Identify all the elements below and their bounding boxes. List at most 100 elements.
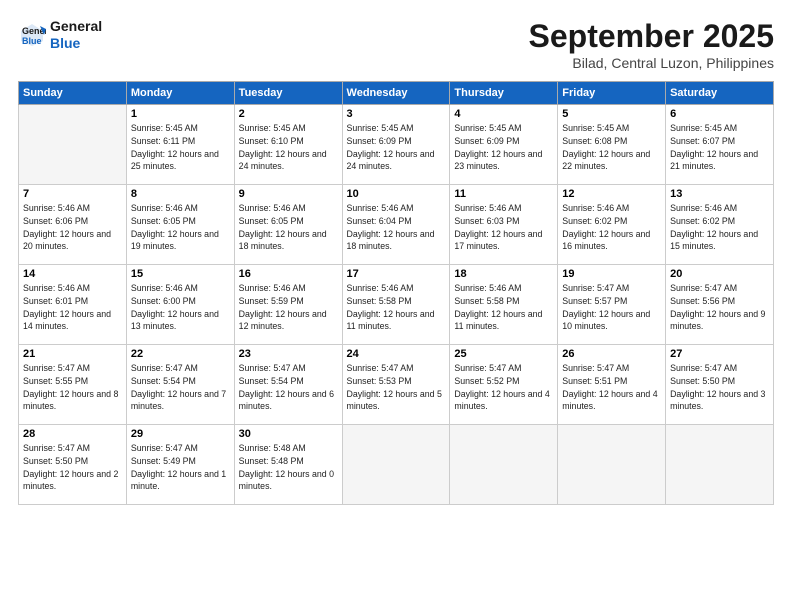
table-row: 2 Sunrise: 5:45 AMSunset: 6:10 PMDayligh… — [234, 105, 342, 185]
table-row: 18 Sunrise: 5:46 AMSunset: 5:58 PMDaylig… — [450, 265, 558, 345]
logo-blue: Blue — [50, 35, 80, 51]
day-number: 23 — [239, 348, 338, 360]
header: General Blue General Blue September 2025… — [18, 18, 774, 71]
col-friday: Friday — [558, 82, 666, 105]
day-number: 9 — [239, 188, 338, 200]
table-row: 30 Sunrise: 5:48 AMSunset: 5:48 PMDaylig… — [234, 425, 342, 505]
day-number: 21 — [23, 348, 122, 360]
day-info: Sunrise: 5:46 AMSunset: 6:02 PMDaylight:… — [670, 202, 769, 253]
logo: General Blue General Blue — [18, 18, 102, 52]
day-number: 20 — [670, 268, 769, 280]
table-row: 4 Sunrise: 5:45 AMSunset: 6:09 PMDayligh… — [450, 105, 558, 185]
day-number: 11 — [454, 188, 553, 200]
day-info: Sunrise: 5:47 AMSunset: 5:50 PMDaylight:… — [23, 442, 122, 493]
day-number: 19 — [562, 268, 661, 280]
col-thursday: Thursday — [450, 82, 558, 105]
day-info: Sunrise: 5:47 AMSunset: 5:54 PMDaylight:… — [239, 362, 338, 413]
table-row: 3 Sunrise: 5:45 AMSunset: 6:09 PMDayligh… — [342, 105, 450, 185]
table-row: 6 Sunrise: 5:45 AMSunset: 6:07 PMDayligh… — [666, 105, 774, 185]
day-info: Sunrise: 5:47 AMSunset: 5:51 PMDaylight:… — [562, 362, 661, 413]
table-row: 8 Sunrise: 5:46 AMSunset: 6:05 PMDayligh… — [126, 185, 234, 265]
day-info: Sunrise: 5:45 AMSunset: 6:08 PMDaylight:… — [562, 122, 661, 173]
day-number: 16 — [239, 268, 338, 280]
table-row: 25 Sunrise: 5:47 AMSunset: 5:52 PMDaylig… — [450, 345, 558, 425]
day-number: 18 — [454, 268, 553, 280]
table-row: 24 Sunrise: 5:47 AMSunset: 5:53 PMDaylig… — [342, 345, 450, 425]
day-number: 30 — [239, 428, 338, 440]
day-info: Sunrise: 5:46 AMSunset: 6:02 PMDaylight:… — [562, 202, 661, 253]
table-row: 27 Sunrise: 5:47 AMSunset: 5:50 PMDaylig… — [666, 345, 774, 425]
day-number: 7 — [23, 188, 122, 200]
day-info: Sunrise: 5:46 AMSunset: 6:03 PMDaylight:… — [454, 202, 553, 253]
day-info: Sunrise: 5:46 AMSunset: 6:06 PMDaylight:… — [23, 202, 122, 253]
day-info: Sunrise: 5:47 AMSunset: 5:53 PMDaylight:… — [347, 362, 446, 413]
table-row — [666, 425, 774, 505]
logo-general: General — [50, 18, 102, 34]
table-row — [558, 425, 666, 505]
day-info: Sunrise: 5:45 AMSunset: 6:07 PMDaylight:… — [670, 122, 769, 173]
day-number: 13 — [670, 188, 769, 200]
day-info: Sunrise: 5:47 AMSunset: 5:55 PMDaylight:… — [23, 362, 122, 413]
table-row: 26 Sunrise: 5:47 AMSunset: 5:51 PMDaylig… — [558, 345, 666, 425]
day-number: 1 — [131, 108, 230, 120]
calendar-table: Sunday Monday Tuesday Wednesday Thursday… — [18, 81, 774, 505]
col-saturday: Saturday — [666, 82, 774, 105]
logo-text: General Blue — [50, 18, 102, 52]
day-info: Sunrise: 5:47 AMSunset: 5:54 PMDaylight:… — [131, 362, 230, 413]
calendar-week-row: 1 Sunrise: 5:45 AMSunset: 6:11 PMDayligh… — [19, 105, 774, 185]
day-info: Sunrise: 5:45 AMSunset: 6:09 PMDaylight:… — [454, 122, 553, 173]
day-info: Sunrise: 5:45 AMSunset: 6:10 PMDaylight:… — [239, 122, 338, 173]
day-number: 29 — [131, 428, 230, 440]
table-row: 29 Sunrise: 5:47 AMSunset: 5:49 PMDaylig… — [126, 425, 234, 505]
day-number: 14 — [23, 268, 122, 280]
calendar-week-row: 14 Sunrise: 5:46 AMSunset: 6:01 PMDaylig… — [19, 265, 774, 345]
day-number: 5 — [562, 108, 661, 120]
day-info: Sunrise: 5:46 AMSunset: 5:58 PMDaylight:… — [454, 282, 553, 333]
table-row: 20 Sunrise: 5:47 AMSunset: 5:56 PMDaylig… — [666, 265, 774, 345]
day-number: 28 — [23, 428, 122, 440]
table-row: 7 Sunrise: 5:46 AMSunset: 6:06 PMDayligh… — [19, 185, 127, 265]
day-info: Sunrise: 5:46 AMSunset: 5:58 PMDaylight:… — [347, 282, 446, 333]
table-row — [19, 105, 127, 185]
day-number: 3 — [347, 108, 446, 120]
day-info: Sunrise: 5:46 AMSunset: 6:05 PMDaylight:… — [239, 202, 338, 253]
day-number: 6 — [670, 108, 769, 120]
day-number: 2 — [239, 108, 338, 120]
table-row: 10 Sunrise: 5:46 AMSunset: 6:04 PMDaylig… — [342, 185, 450, 265]
table-row — [342, 425, 450, 505]
day-info: Sunrise: 5:47 AMSunset: 5:57 PMDaylight:… — [562, 282, 661, 333]
calendar-week-row: 28 Sunrise: 5:47 AMSunset: 5:50 PMDaylig… — [19, 425, 774, 505]
day-number: 8 — [131, 188, 230, 200]
calendar-header-row: Sunday Monday Tuesday Wednesday Thursday… — [19, 82, 774, 105]
day-number: 17 — [347, 268, 446, 280]
day-info: Sunrise: 5:46 AMSunset: 5:59 PMDaylight:… — [239, 282, 338, 333]
table-row: 13 Sunrise: 5:46 AMSunset: 6:02 PMDaylig… — [666, 185, 774, 265]
col-monday: Monday — [126, 82, 234, 105]
day-info: Sunrise: 5:47 AMSunset: 5:52 PMDaylight:… — [454, 362, 553, 413]
day-number: 27 — [670, 348, 769, 360]
day-number: 25 — [454, 348, 553, 360]
col-sunday: Sunday — [19, 82, 127, 105]
calendar-week-row: 7 Sunrise: 5:46 AMSunset: 6:06 PMDayligh… — [19, 185, 774, 265]
day-info: Sunrise: 5:45 AMSunset: 6:09 PMDaylight:… — [347, 122, 446, 173]
col-wednesday: Wednesday — [342, 82, 450, 105]
table-row — [450, 425, 558, 505]
table-row: 11 Sunrise: 5:46 AMSunset: 6:03 PMDaylig… — [450, 185, 558, 265]
day-info: Sunrise: 5:46 AMSunset: 6:01 PMDaylight:… — [23, 282, 122, 333]
month-title: September 2025 — [529, 18, 774, 55]
day-info: Sunrise: 5:46 AMSunset: 6:00 PMDaylight:… — [131, 282, 230, 333]
logo-icon: General Blue — [18, 21, 46, 49]
table-row: 22 Sunrise: 5:47 AMSunset: 5:54 PMDaylig… — [126, 345, 234, 425]
page: General Blue General Blue September 2025… — [0, 0, 792, 612]
day-info: Sunrise: 5:45 AMSunset: 6:11 PMDaylight:… — [131, 122, 230, 173]
calendar-week-row: 21 Sunrise: 5:47 AMSunset: 5:55 PMDaylig… — [19, 345, 774, 425]
table-row: 17 Sunrise: 5:46 AMSunset: 5:58 PMDaylig… — [342, 265, 450, 345]
day-number: 22 — [131, 348, 230, 360]
table-row: 12 Sunrise: 5:46 AMSunset: 6:02 PMDaylig… — [558, 185, 666, 265]
day-number: 15 — [131, 268, 230, 280]
day-info: Sunrise: 5:47 AMSunset: 5:50 PMDaylight:… — [670, 362, 769, 413]
day-info: Sunrise: 5:46 AMSunset: 6:04 PMDaylight:… — [347, 202, 446, 253]
day-number: 4 — [454, 108, 553, 120]
day-number: 26 — [562, 348, 661, 360]
table-row: 23 Sunrise: 5:47 AMSunset: 5:54 PMDaylig… — [234, 345, 342, 425]
